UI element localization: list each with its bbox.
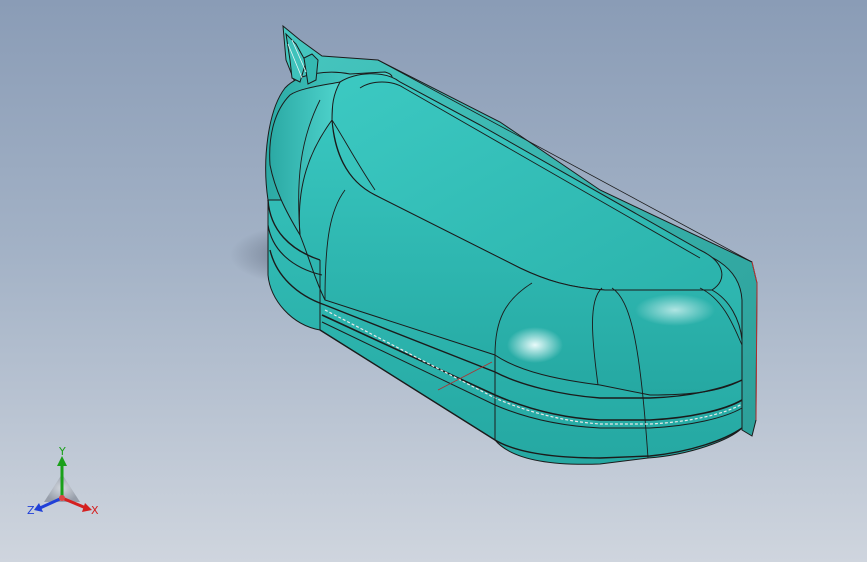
triad-origin bbox=[59, 495, 65, 501]
specular-highlight bbox=[507, 327, 563, 363]
3d-model-part[interactable] bbox=[0, 0, 867, 562]
orientation-triad[interactable]: Y X Z bbox=[22, 446, 106, 526]
z-axis-label: Z bbox=[27, 504, 35, 517]
specular-highlight bbox=[635, 294, 715, 326]
graphics-viewport[interactable]: Y X Z bbox=[0, 0, 867, 562]
x-axis-label: X bbox=[91, 504, 99, 517]
y-axis-label: Y bbox=[59, 445, 66, 458]
